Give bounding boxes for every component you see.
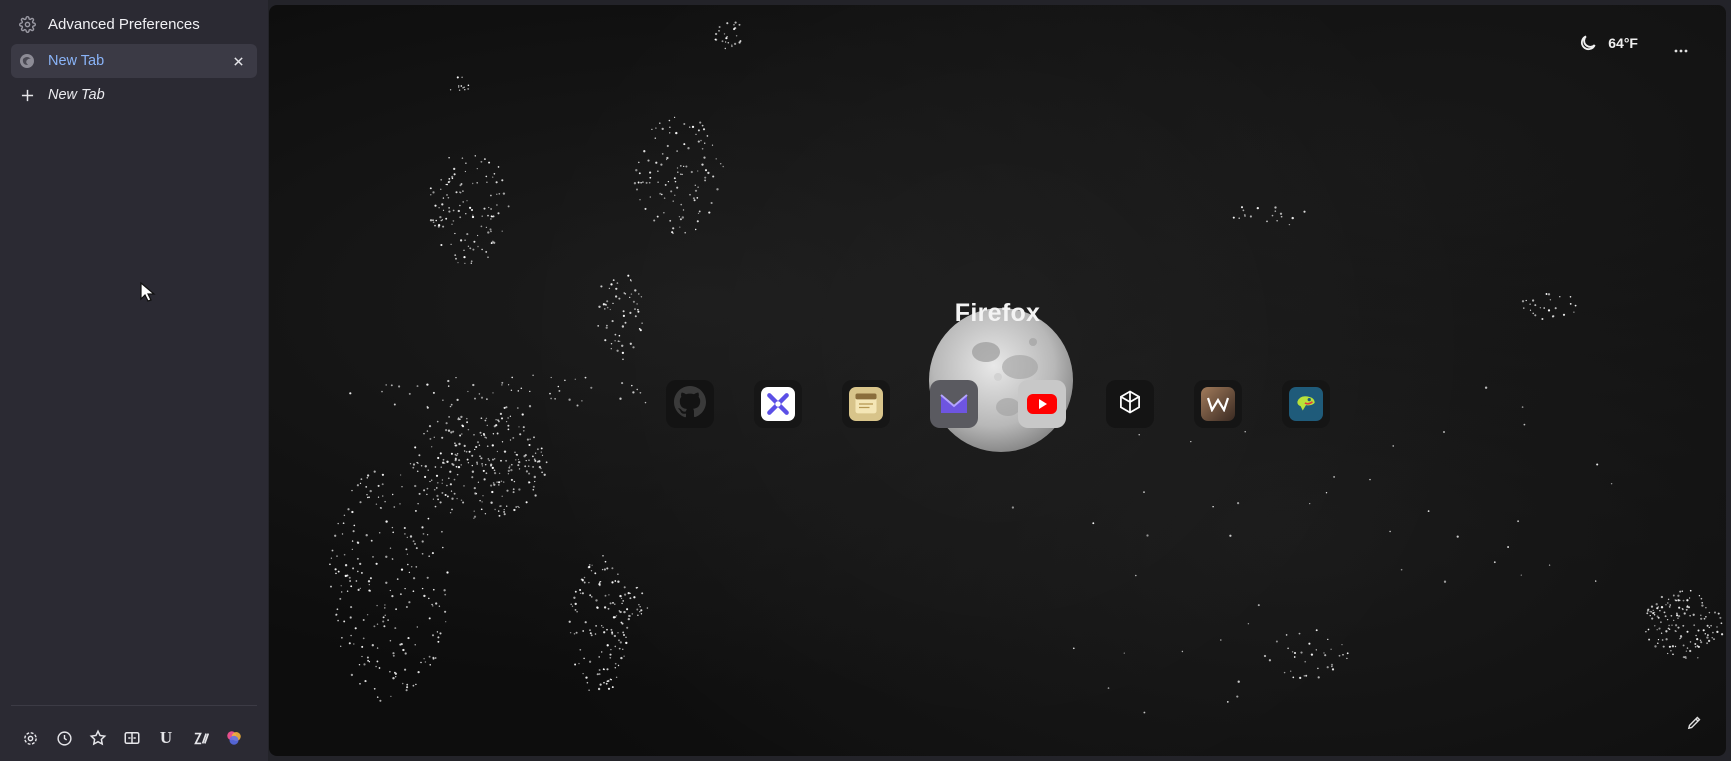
firefox-title: Firefox (954, 299, 1041, 327)
shortcut-github[interactable] (666, 380, 714, 428)
gear-icon (17, 14, 37, 34)
edit-pencil-button[interactable] (1682, 710, 1706, 734)
mail-app-icon (937, 387, 971, 421)
shortcut-notes[interactable] (842, 380, 890, 428)
shortcut-frog-app[interactable] (1282, 380, 1330, 428)
u-glyph: U (159, 728, 173, 747)
moon-crescent-icon (1578, 33, 1598, 58)
advanced-preferences-label: Advanced Preferences (48, 15, 200, 33)
w-app-icon (1201, 387, 1235, 421)
shortcut-youtube[interactable] (1018, 380, 1066, 428)
more-options-button[interactable] (1666, 41, 1696, 61)
shortcut-row (666, 380, 1330, 428)
close-tab-button[interactable] (229, 52, 247, 70)
firefox-icon (17, 51, 37, 71)
new-tab-label: New Tab (48, 87, 105, 103)
frog-app-icon (1289, 387, 1323, 421)
u-icon[interactable]: U (155, 727, 177, 749)
openai-icon (1116, 388, 1144, 421)
zen-icon[interactable] (189, 727, 211, 749)
new-tab-page: 64°F Firefox (269, 5, 1726, 756)
youtube-icon (1025, 387, 1059, 421)
shortcut-tool[interactable] (754, 380, 802, 428)
sidebar-divider (11, 705, 257, 706)
split-view-icon[interactable] (121, 727, 143, 749)
shortcut-w-app[interactable] (1194, 380, 1242, 428)
mouse-cursor-icon (139, 281, 157, 308)
notes-app-icon (849, 387, 883, 421)
sidebar-toolbar: U (19, 727, 245, 749)
weather-temperature: 64°F (1608, 35, 1638, 51)
history-icon[interactable] (53, 727, 75, 749)
tool-app-icon (761, 387, 795, 421)
colors-icon[interactable] (223, 727, 245, 749)
settings-icon[interactable] (19, 727, 41, 749)
bookmarks-star-icon[interactable] (87, 727, 109, 749)
github-icon (674, 385, 706, 423)
weather-widget[interactable]: 64°F (1578, 33, 1638, 58)
advanced-preferences-item[interactable]: Advanced Preferences (11, 7, 257, 41)
shortcut-openai[interactable] (1106, 380, 1154, 428)
tab-new-tab-active[interactable]: New Tab (11, 44, 257, 78)
shortcut-mail[interactable] (930, 380, 978, 428)
sidebar: Advanced Preferences New Tab New Tab U (0, 0, 268, 761)
plus-icon (17, 85, 37, 105)
new-tab-button[interactable]: New Tab (11, 78, 257, 112)
active-tab-label: New Tab (48, 53, 105, 69)
